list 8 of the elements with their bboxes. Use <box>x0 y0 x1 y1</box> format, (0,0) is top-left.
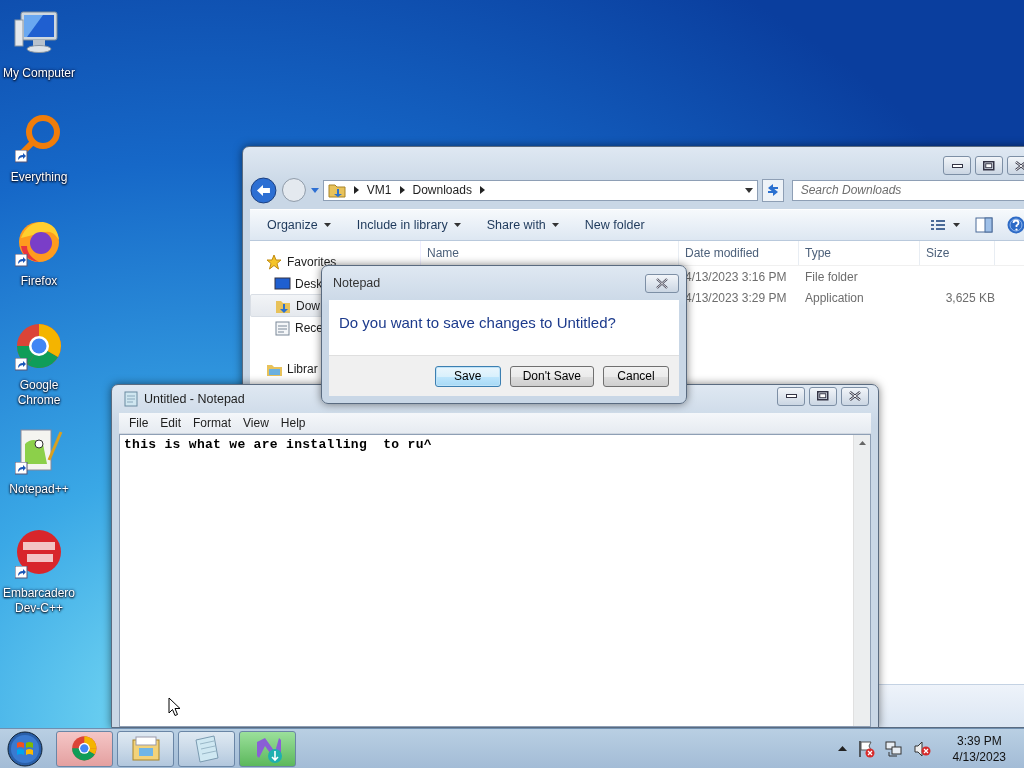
dialog-message: Do you want to save changes to Untitled? <box>329 300 679 355</box>
table-cell: 4/13/2023 3:29 PM <box>685 290 787 305</box>
table-cell: 4/13/2023 3:16 PM <box>685 269 787 284</box>
window-title: Untitled - Notepad <box>144 392 245 406</box>
table-cell: 3,625 KB <box>945 290 995 305</box>
table-cell: Application <box>805 290 864 305</box>
dialog-title: Notepad <box>333 276 381 290</box>
table-cell: File folder <box>805 269 858 284</box>
